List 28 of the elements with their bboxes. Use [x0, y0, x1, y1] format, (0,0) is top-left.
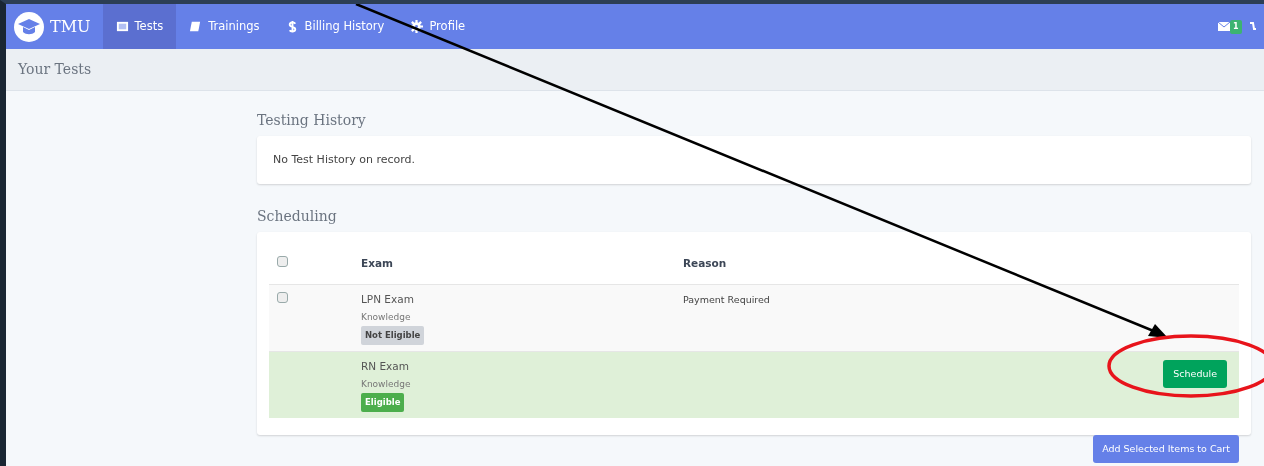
page-title: Your Tests: [18, 60, 92, 79]
envelope-icon[interactable]: [1218, 22, 1230, 31]
gear-icon: [410, 20, 424, 33]
exam-type: Knowledge: [361, 377, 411, 391]
exam-name: RN Exam: [361, 359, 409, 375]
reason-text: Payment Required: [683, 294, 770, 306]
column-header: Reason: [683, 256, 727, 269]
add-to-cart-button[interactable]: Add Selected Items to Cart: [1093, 435, 1239, 464]
empty-message: No Test History on record.: [273, 152, 416, 166]
nav-tab[interactable]: Trainings: [176, 4, 273, 49]
checkbox[interactable]: [277, 292, 288, 304]
status-badge: Eligible: [361, 393, 405, 413]
nav-tab[interactable]: Profile: [397, 4, 479, 49]
schedule-button[interactable]: Schedule: [1163, 360, 1227, 389]
card-icon: [115, 20, 129, 33]
exam-type: Knowledge: [361, 310, 411, 324]
graduation-cap-logo: [14, 11, 44, 42]
nav-tab[interactable]: Tests: [102, 4, 177, 49]
section-heading: Testing History: [257, 112, 367, 129]
checkbox[interactable]: [277, 255, 288, 267]
column-header: Exam: [361, 256, 393, 269]
status-badge: Not Eligible: [361, 326, 425, 346]
nav-tab[interactable]: Billing History: [272, 4, 398, 49]
brand-name[interactable]: TMU: [50, 14, 91, 39]
message-count-badge: 1: [1230, 19, 1242, 34]
section-heading: Scheduling: [257, 208, 338, 226]
book-icon: [189, 20, 203, 33]
exam-name: LPN Exam: [361, 292, 414, 308]
